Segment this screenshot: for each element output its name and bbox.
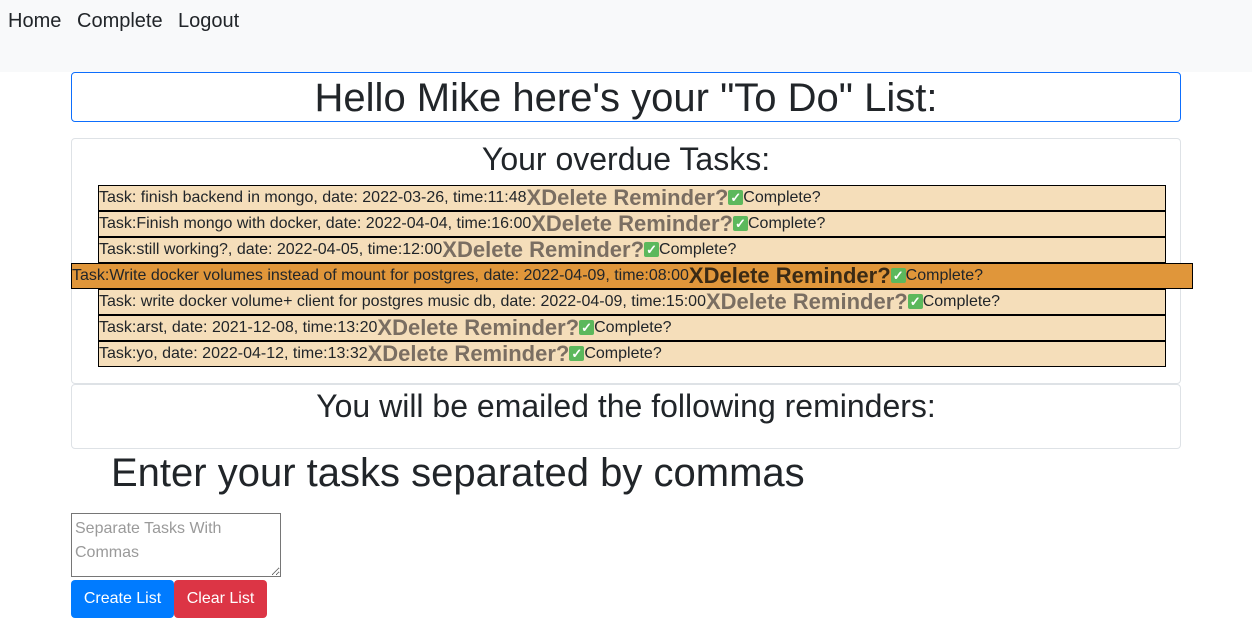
delete-reminder-link[interactable]: XDelete Reminder? [442,238,644,262]
enter-tasks-heading: Enter your tasks separated by commas [111,451,805,495]
complete-link[interactable]: Complete? [748,215,825,232]
check-icon[interactable]: ✓ [579,320,595,335]
task-text: Task:arst, date: 2021-12-08, time:13:20 [99,319,378,336]
task-text: Task:Write docker volumes instead of mou… [72,267,689,284]
task-row: Task: finish backend in mongo, date: 202… [98,185,1166,211]
delete-reminder-link[interactable]: XDelete Reminder? [689,264,891,288]
complete-link[interactable]: Complete? [594,319,671,336]
check-icon[interactable]: ✓ [569,346,585,361]
nav-complete-link[interactable]: Complete [77,9,163,33]
task-row: Task:still working?, date: 2022-04-05, t… [98,237,1166,263]
create-list-button[interactable]: Create List [71,580,174,618]
overdue-tasks-card: Your overdue Tasks: Task: finish backend… [71,138,1193,384]
task-row-highlighted: Task:Write docker volumes instead of mou… [71,263,1193,289]
clear-list-button[interactable]: Clear List [174,580,267,618]
delete-reminder-link[interactable]: XDelete Reminder? [368,342,570,366]
complete-link[interactable]: Complete? [584,345,661,362]
reminders-title: You will be emailed the following remind… [316,388,936,424]
task-text: Task: write docker volume+ client for po… [99,293,706,310]
navbar: Home Complete Logout [0,0,1252,72]
overdue-title: Your overdue Tasks: [481,141,771,177]
check-icon[interactable]: ✓ [732,216,748,231]
task-row: Task: write docker volume+ client for po… [98,289,1166,315]
task-text: Task:yo, date: 2022-04-12, time:13:32 [99,345,368,362]
task-text: Task: finish backend in mongo, date: 202… [99,189,527,206]
nav-logout-link[interactable]: Logout [178,9,239,33]
page-title: Hello Mike here's your "To Do" List: [314,76,938,120]
delete-reminder-link[interactable]: XDelete Reminder? [706,290,908,314]
greeting-box: Hello Mike here's your "To Do" List: [71,72,1181,122]
complete-link[interactable]: Complete? [743,189,820,206]
task-row: Task:Finish mongo with docker, date: 202… [98,211,1166,237]
reminders-card: You will be emailed the following remind… [71,384,1181,449]
check-icon[interactable]: ✓ [907,294,923,309]
task-text: Task:Finish mongo with docker, date: 202… [99,215,532,232]
task-row: Task:yo, date: 2022-04-12, time:13:32XDe… [98,341,1166,367]
task-row: Task:arst, date: 2021-12-08, time:13:20X… [98,315,1166,341]
task-text: Task:still working?, date: 2022-04-05, t… [99,241,443,258]
nav-home-link[interactable]: Home [8,9,61,33]
check-icon[interactable]: ✓ [728,190,744,205]
complete-link[interactable]: Complete? [659,241,736,258]
check-icon[interactable]: ✓ [644,242,660,257]
delete-reminder-link[interactable]: XDelete Reminder? [377,316,579,340]
delete-reminder-link[interactable]: XDelete Reminder? [527,186,729,210]
tasks-input[interactable] [71,513,281,577]
delete-reminder-link[interactable]: XDelete Reminder? [531,212,733,236]
check-icon[interactable]: ✓ [890,268,906,283]
complete-link[interactable]: Complete? [906,267,983,284]
complete-link[interactable]: Complete? [923,293,1000,310]
